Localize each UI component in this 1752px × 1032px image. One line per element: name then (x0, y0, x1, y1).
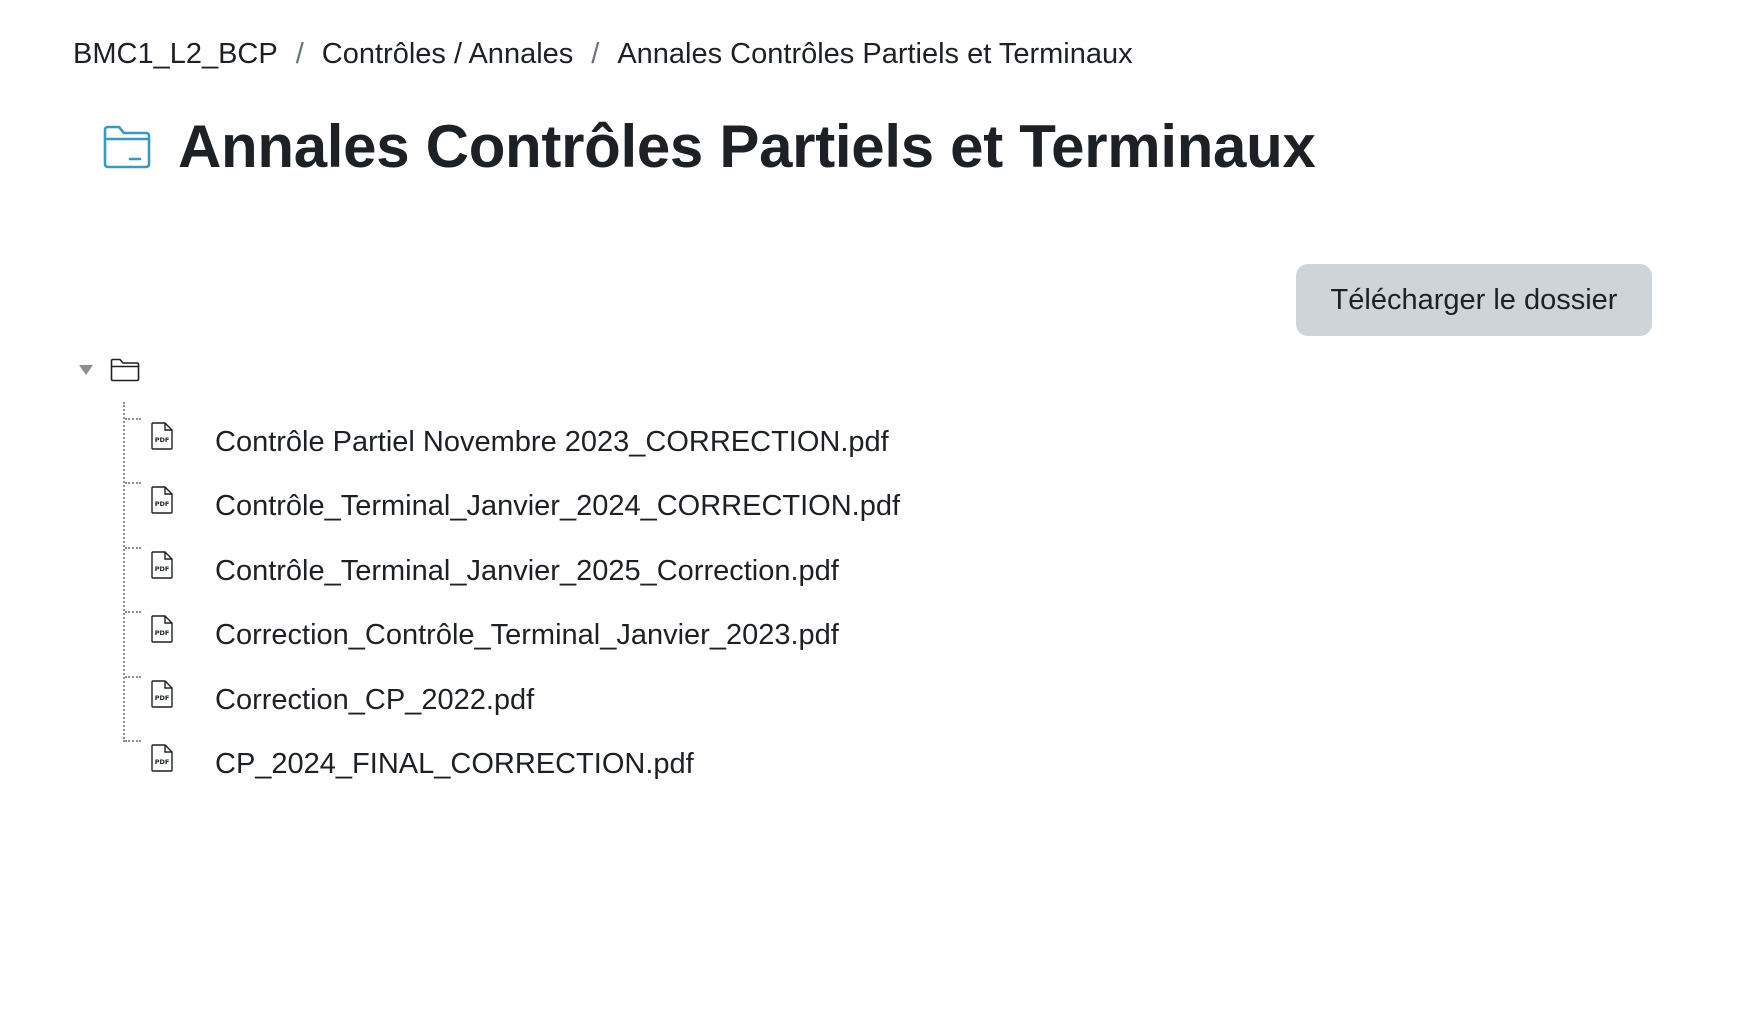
folder-icon (100, 120, 154, 174)
file-link[interactable]: Contrôle_Terminal_Janvier_2025_Correctio… (215, 555, 839, 588)
file-link[interactable]: Correction_CP_2022.pdf (215, 684, 534, 717)
pdf-icon: PDF (150, 744, 174, 772)
pdf-icon: PDF (150, 551, 174, 579)
breadcrumb-item-section[interactable]: Contrôles / Annales (322, 38, 573, 71)
svg-text:PDF: PDF (155, 694, 170, 702)
breadcrumb-separator: / (591, 38, 600, 70)
file-link[interactable]: Contrôle Partiel Novembre 2023_CORRECTIO… (215, 426, 889, 459)
tree-connector-line (123, 402, 125, 742)
collapse-toggle-icon[interactable] (76, 360, 96, 380)
svg-text:PDF: PDF (155, 565, 170, 573)
pdf-icon: PDF (150, 679, 174, 708)
tree-branch (125, 482, 141, 485)
breadcrumb-separator: / (295, 38, 304, 70)
svg-text:PDF: PDF (155, 436, 170, 444)
breadcrumb-item-current[interactable]: Annales Contrôles Partiels et Terminaux (617, 38, 1132, 71)
pdf-icon: PDF (150, 486, 174, 515)
pdf-icon: PDF (150, 615, 174, 643)
tree-branch (125, 418, 141, 420)
tree-branch (125, 739, 141, 742)
file-link[interactable]: CP_2024_FINAL_CORRECTION.pdf (215, 748, 694, 781)
page-header: Annales Contrôles Partiels et Terminaux (100, 112, 1316, 181)
folder-icon (110, 356, 140, 384)
tree-branch (125, 611, 141, 614)
download-folder-button[interactable]: Télécharger le dossier (1296, 264, 1652, 336)
file-link[interactable]: Correction_Contrôle_Terminal_Janvier_202… (215, 619, 839, 652)
pdf-icon: PDF (150, 422, 174, 450)
svg-text:PDF: PDF (155, 629, 170, 637)
page-title: Annales Contrôles Partiels et Terminaux (178, 113, 1316, 180)
tree-branch (125, 546, 141, 549)
folder-tree-root (76, 356, 140, 384)
file-link[interactable]: Contrôle_Terminal_Janvier_2024_CORRECTIO… (215, 490, 900, 523)
svg-text:PDF: PDF (155, 758, 170, 766)
breadcrumb-item-course[interactable]: BMC1_L2_BCP (73, 38, 278, 71)
breadcrumb: BMC1_L2_BCP / Contrôles / Annales / Anna… (73, 38, 1133, 71)
tree-branch (125, 675, 141, 678)
svg-text:PDF: PDF (155, 500, 170, 508)
